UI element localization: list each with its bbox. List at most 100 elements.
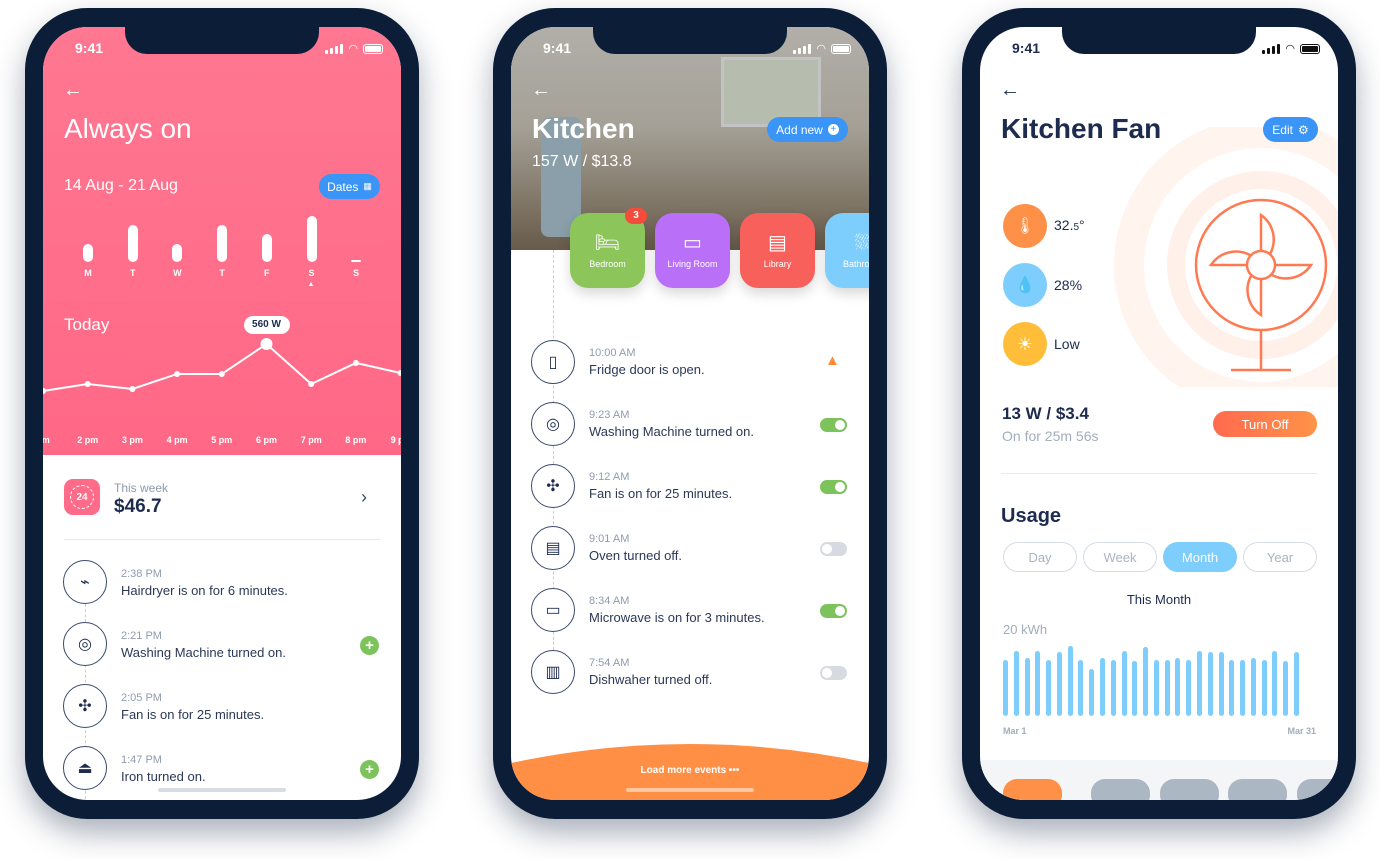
fan-illustration xyxy=(1114,127,1338,387)
event-toggle[interactable] xyxy=(820,666,847,680)
event-text: Oven turned off. xyxy=(589,548,682,563)
usage-bar xyxy=(1207,652,1213,716)
oven-icon: ▤ xyxy=(531,526,575,570)
tab-year[interactable]: Year xyxy=(1243,542,1317,572)
usage-bar xyxy=(1153,659,1159,716)
today-point[interactable] xyxy=(218,370,225,377)
room-tile-bathroom[interactable]: ⛆ Bathroom xyxy=(825,213,869,288)
turn-off-button[interactable]: Turn Off xyxy=(1213,411,1317,437)
more-dots-icon: ••• xyxy=(728,765,740,776)
usage-bar xyxy=(1175,658,1181,716)
wifi-icon: ◠ xyxy=(816,43,826,55)
usage-bar xyxy=(1078,659,1084,716)
today-point[interactable] xyxy=(260,337,273,350)
week-day-label: S xyxy=(353,268,360,278)
notch xyxy=(1062,27,1256,54)
event-time: 8:34 AM xyxy=(589,595,630,607)
today-point[interactable] xyxy=(352,359,359,366)
back-arrow-icon[interactable]: ← xyxy=(63,79,83,102)
temperature-value: 32.5° xyxy=(1054,217,1085,233)
usage-bar xyxy=(1229,659,1235,716)
peak-tooltip: 560 W xyxy=(243,315,290,334)
device-tile-microwave[interactable] xyxy=(1228,779,1287,800)
back-arrow-icon[interactable]: ← xyxy=(531,79,551,102)
device-tile-fan[interactable] xyxy=(1003,779,1062,800)
wifi-icon: ◠ xyxy=(348,43,358,55)
event-time: 2:21 PM xyxy=(121,630,162,642)
signal-icon xyxy=(1262,43,1281,54)
today-point[interactable] xyxy=(174,370,181,377)
week-bar xyxy=(217,225,228,262)
tab-month[interactable]: Month xyxy=(1163,542,1237,572)
status-time: 9:41 xyxy=(543,40,572,56)
sun-icon: ☀ xyxy=(1003,322,1047,366)
usage-bar xyxy=(1013,650,1019,716)
today-point[interactable] xyxy=(129,385,136,392)
x-end-label: Mar 31 xyxy=(1287,726,1316,736)
room-tile-library[interactable]: ▤ Library xyxy=(740,213,815,288)
fan-duration: On for 25m 56s xyxy=(1002,428,1099,444)
status-icons: ◠ xyxy=(793,42,851,55)
event-text: Hairdryer is on for 6 minutes. xyxy=(121,583,288,598)
tab-day[interactable]: Day xyxy=(1003,542,1077,572)
kitchen-power: 157 W / $13.8 xyxy=(532,153,632,170)
event-toggle[interactable] xyxy=(820,480,847,494)
signal-icon xyxy=(793,43,812,54)
usage-bar xyxy=(1067,646,1073,716)
toggle-knob xyxy=(835,482,845,492)
event-toggle[interactable] xyxy=(820,542,847,556)
week-label: This week xyxy=(114,481,169,495)
week-day-label: W xyxy=(173,268,182,278)
add-circle-icon[interactable]: + xyxy=(360,636,379,655)
dishwasher-icon: ▥ xyxy=(531,650,575,694)
x-start-label: Mar 1 xyxy=(1003,726,1027,736)
tab-week[interactable]: Week xyxy=(1083,542,1157,572)
usage-bar xyxy=(1164,659,1170,716)
event-toggle[interactable] xyxy=(820,604,847,618)
today-point[interactable] xyxy=(397,369,401,376)
week-day-label: S xyxy=(308,268,315,278)
week-day-label: T xyxy=(219,268,225,278)
usage-bar xyxy=(1035,650,1041,716)
books-icon: ▤ xyxy=(768,231,787,254)
back-arrow-icon[interactable]: ← xyxy=(1000,79,1020,102)
event-text: Iron turned on. xyxy=(121,769,206,784)
week-day-label: F xyxy=(264,268,270,278)
event-text: Fridge door is open. xyxy=(589,362,705,377)
device-tile-fridge[interactable] xyxy=(1091,779,1150,800)
chevron-right-icon[interactable]: › xyxy=(361,487,367,508)
today-point[interactable] xyxy=(43,388,46,395)
device-tile-oven[interactable] xyxy=(1160,779,1219,800)
today-point[interactable] xyxy=(84,380,91,387)
water-drop-icon: 💧 xyxy=(1003,263,1047,307)
event-toggle[interactable] xyxy=(820,418,847,432)
today-tick-label: pm xyxy=(43,435,50,445)
home-indicator xyxy=(158,788,286,792)
microwave-icon: ▭ xyxy=(531,588,575,632)
today-point[interactable] xyxy=(308,380,315,387)
dates-label: Dates xyxy=(327,179,359,194)
room-tile-living-room[interactable]: ▭ Living Room xyxy=(655,213,730,288)
washing-machine-icon: ◎ xyxy=(63,622,107,666)
usage-bar xyxy=(1110,659,1116,716)
load-more-button[interactable]: Load more events ••• xyxy=(511,765,869,776)
chart-title: This Month xyxy=(1126,592,1192,607)
today-tick-label: 9 p xyxy=(391,435,401,445)
usage-bar xyxy=(1024,658,1030,716)
week-bar xyxy=(306,216,317,262)
add-circle-icon[interactable]: + xyxy=(360,760,379,779)
notch xyxy=(125,27,319,54)
edit-button[interactable]: Edit ⚙ xyxy=(1263,117,1318,142)
room-tile-bedroom[interactable]: 🛏 Bedroom xyxy=(570,213,645,288)
room-label: Bedroom xyxy=(589,258,626,269)
week-bar xyxy=(172,243,183,262)
add-new-button[interactable]: Add new + xyxy=(767,117,848,142)
usage-bar xyxy=(1143,647,1149,716)
week-bar xyxy=(83,243,93,262)
dates-button[interactable]: Dates ▦ xyxy=(319,174,380,199)
page-title: Kitchen Fan xyxy=(1001,113,1162,144)
usage-bar xyxy=(1294,652,1299,716)
notification-badge: 3 xyxy=(625,208,647,224)
device-tile-more[interactable] xyxy=(1297,779,1338,800)
event-text: Microwave is on for 3 minutes. xyxy=(589,610,765,625)
